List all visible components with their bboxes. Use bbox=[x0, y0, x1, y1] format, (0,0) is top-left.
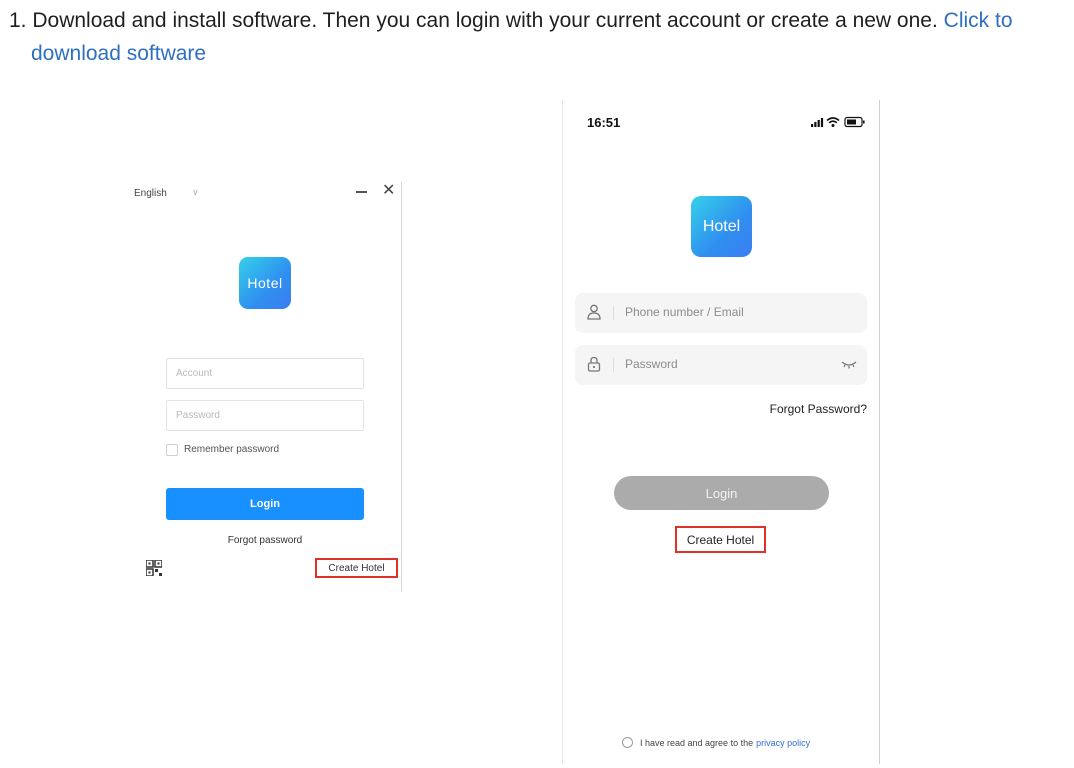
privacy-agreement: I have read and agree to the privacy pol… bbox=[622, 737, 810, 748]
account-input[interactable]: Account bbox=[166, 358, 364, 389]
create-hotel-mobile-label: Create Hotel bbox=[686, 532, 755, 547]
logo-text-mobile: Hotel bbox=[702, 217, 741, 235]
remember-checkbox[interactable] bbox=[166, 444, 178, 456]
wifi-icon bbox=[826, 117, 840, 127]
window-border bbox=[401, 182, 402, 592]
mobile-login-screen: 16:51 Hotel Phone number / Email Passwor… bbox=[562, 100, 880, 764]
create-hotel-label: Create Hotel bbox=[328, 562, 385, 574]
remember-label[interactable]: Remember password bbox=[184, 444, 279, 455]
download-link-part2[interactable]: download software bbox=[9, 42, 206, 65]
input-separator bbox=[613, 358, 614, 372]
screen-border bbox=[879, 100, 880, 764]
password-placeholder-mobile: Password bbox=[625, 357, 678, 371]
create-hotel-button-mobile[interactable]: Create Hotel bbox=[675, 526, 766, 553]
battery-icon bbox=[844, 116, 865, 128]
phone-email-placeholder: Phone number / Email bbox=[625, 305, 744, 319]
login-button-mobile[interactable]: Login bbox=[614, 476, 829, 510]
hotel-logo-mobile: Hotel bbox=[691, 196, 752, 257]
login-button-mobile-label: Login bbox=[705, 485, 738, 501]
instruction-text: 1. Download and install software. Then y… bbox=[9, 4, 1059, 70]
phone-email-input[interactable]: Phone number / Email bbox=[575, 293, 867, 333]
minimize-icon[interactable] bbox=[356, 191, 367, 193]
language-select[interactable]: English bbox=[134, 188, 167, 199]
chevron-down-icon[interactable]: ∨ bbox=[192, 187, 199, 198]
signal-icon bbox=[811, 118, 824, 127]
login-button[interactable]: Login bbox=[166, 488, 364, 520]
hotel-logo: Hotel bbox=[239, 257, 291, 309]
close-icon[interactable]: ✕ bbox=[382, 182, 395, 200]
download-link-part1[interactable]: Click to bbox=[944, 9, 1013, 32]
forgot-password-link-mobile[interactable]: Forgot Password? bbox=[770, 402, 867, 416]
status-icons bbox=[811, 116, 865, 128]
create-hotel-button[interactable]: Create Hotel bbox=[315, 558, 398, 578]
status-time: 16:51 bbox=[587, 115, 621, 130]
desktop-login-window: English ∨ ✕ Hotel Account Password Remem… bbox=[122, 178, 404, 592]
input-separator bbox=[613, 306, 614, 320]
qr-code-icon[interactable] bbox=[146, 560, 162, 576]
agree-text: I have read and agree to the bbox=[640, 737, 754, 748]
instruction-body: 1. Download and install software. Then y… bbox=[9, 9, 938, 32]
lock-icon bbox=[587, 356, 601, 372]
privacy-policy-link[interactable]: privacy policy bbox=[756, 738, 810, 748]
agree-radio[interactable] bbox=[622, 737, 633, 748]
password-input-mobile[interactable]: Password bbox=[575, 345, 867, 385]
login-button-label: Login bbox=[250, 498, 280, 510]
user-icon bbox=[587, 304, 601, 320]
eye-closed-icon[interactable] bbox=[841, 357, 857, 371]
forgot-password-link[interactable]: Forgot password bbox=[122, 535, 408, 546]
logo-text: Hotel bbox=[247, 275, 283, 291]
password-input[interactable]: Password bbox=[166, 400, 364, 431]
